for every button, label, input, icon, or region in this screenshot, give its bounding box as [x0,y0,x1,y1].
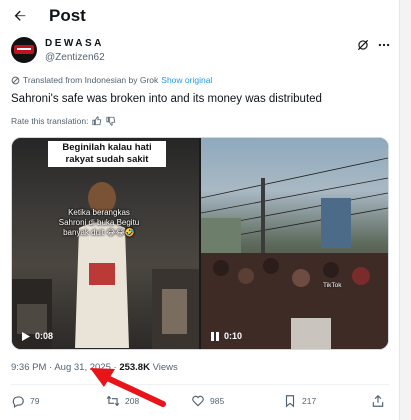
more-icon[interactable] [377,38,391,52]
video-1-duration: 0:08 [35,331,54,341]
back-button[interactable] [10,6,30,26]
translate-icon [11,76,20,84]
video-1-overlay-text: Ketika berangkas Sahroni di buka Begitu … [58,208,140,237]
author-handle[interactable]: @Zentizen62 [45,52,105,63]
rate-label: Rate this translation: [11,116,89,126]
show-original-link[interactable]: Show original [161,75,212,85]
video-1[interactable]: Beginilah kalau hati rakyat sudah sakit … [12,138,199,349]
share-button[interactable] [371,394,385,408]
video-2[interactable]: TikTok 0:10 [201,138,388,349]
reply-button[interactable]: 79 [11,394,39,408]
bookmark-button[interactable]: 217 [283,394,316,408]
translation-note-text: Translated from Indonesian by Grok [23,75,159,85]
reply-icon [12,396,24,408]
action-bar: 79 208 985 217 [11,394,389,414]
header: Post [0,0,400,32]
thumbs-down-icon[interactable] [106,116,116,126]
author-name[interactable]: DEWASA [45,38,104,49]
like-button[interactable]: 985 [191,394,224,408]
divider [11,384,389,385]
video-2-controls: 0:10 [211,331,242,341]
video-1-person [75,182,129,348]
play-icon[interactable] [22,331,30,341]
video-2-duration: 0:10 [224,331,243,341]
thumbs-up-icon[interactable] [92,116,102,126]
page-title: Post [49,6,86,25]
bookmark-icon [285,395,295,408]
avatar[interactable] [11,37,37,63]
grok-icon[interactable] [356,38,370,52]
post-panel: Post DEWASA @Zentizen62 Translated from … [0,0,400,420]
tweet-text: Sahroni's safe was broken into and its m… [11,93,322,105]
reply-count: 79 [30,396,40,406]
arrow-left-icon [14,10,26,21]
video-2-scene [201,157,388,349]
avatar-logo-stripe [17,48,31,50]
translation-note: Translated from Indonesian by Grok Show … [11,75,212,85]
tiktok-watermark: TikTok [323,282,342,289]
share-icon [372,394,384,407]
video-1-controls: 0:08 [22,331,53,341]
media-grid: Beginilah kalau hati rakyat sudah sakit … [11,137,389,350]
bookmark-count: 217 [302,396,317,406]
heart-icon [192,395,204,407]
pause-icon[interactable] [211,331,219,341]
like-count: 985 [210,396,225,406]
post-time[interactable]: 9:36 PM [11,362,46,373]
red-arrow-annotation [90,368,166,407]
meta-separator: · [49,362,53,373]
video-1-caption: Beginilah kalau hati rakyat sudah sakit [48,141,166,167]
rate-translation: Rate this translation: [11,116,116,126]
